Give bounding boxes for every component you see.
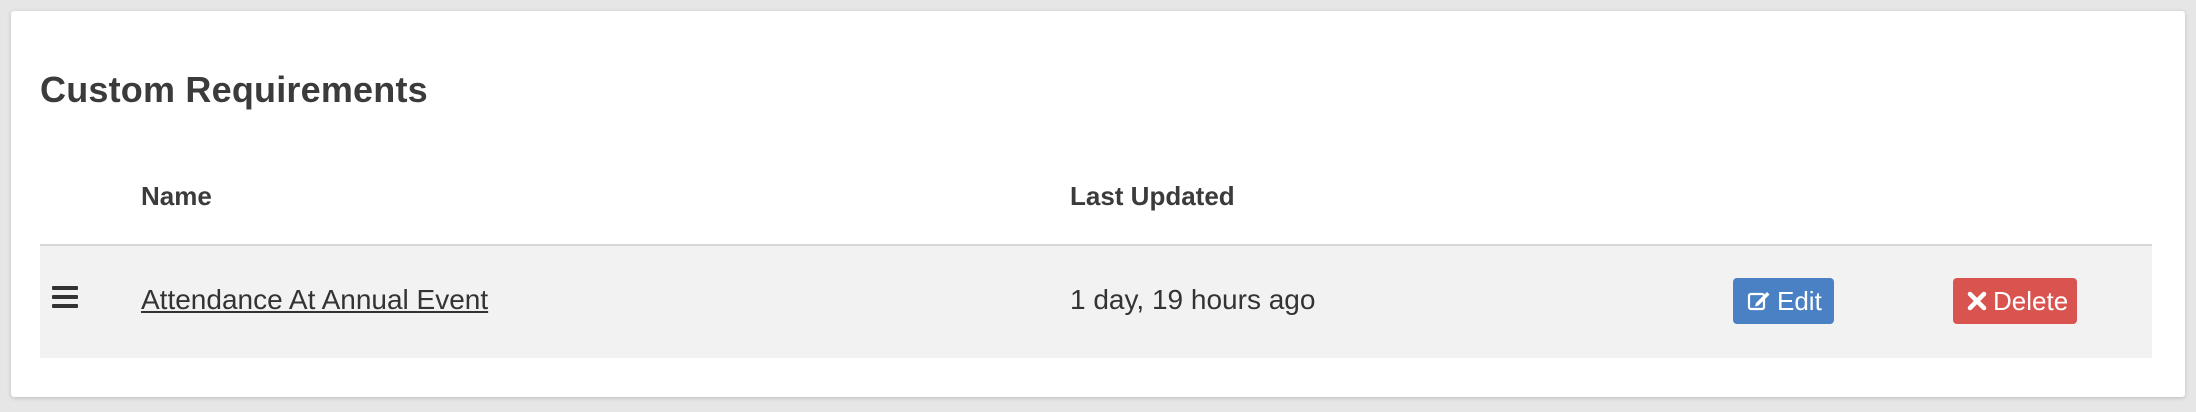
requirement-name-link[interactable]: Attendance At Annual Event xyxy=(141,284,488,316)
edit-button[interactable]: Edit xyxy=(1733,278,1834,324)
delete-button[interactable]: Delete xyxy=(1953,278,2077,324)
table-row: Attendance At Annual Event 1 day, 19 hou… xyxy=(40,246,2152,358)
close-icon xyxy=(1967,291,1987,311)
requirements-table: Name Last Updated Attendance At Annual E… xyxy=(40,161,2152,358)
edit-icon xyxy=(1747,290,1771,312)
section-title: Custom Requirements xyxy=(40,69,428,110)
column-header-last-updated: Last Updated xyxy=(1070,181,1235,211)
edit-button-label: Edit xyxy=(1777,285,1822,316)
table-header: Name Last Updated xyxy=(40,161,2152,246)
last-updated-text: 1 day, 19 hours ago xyxy=(1070,284,1316,315)
drag-handle-icon[interactable] xyxy=(52,286,78,308)
column-header-name: Name xyxy=(141,181,212,211)
custom-requirements-panel: Custom Requirements Name Last Updated At… xyxy=(11,11,2185,397)
delete-button-label: Delete xyxy=(1993,285,2069,316)
